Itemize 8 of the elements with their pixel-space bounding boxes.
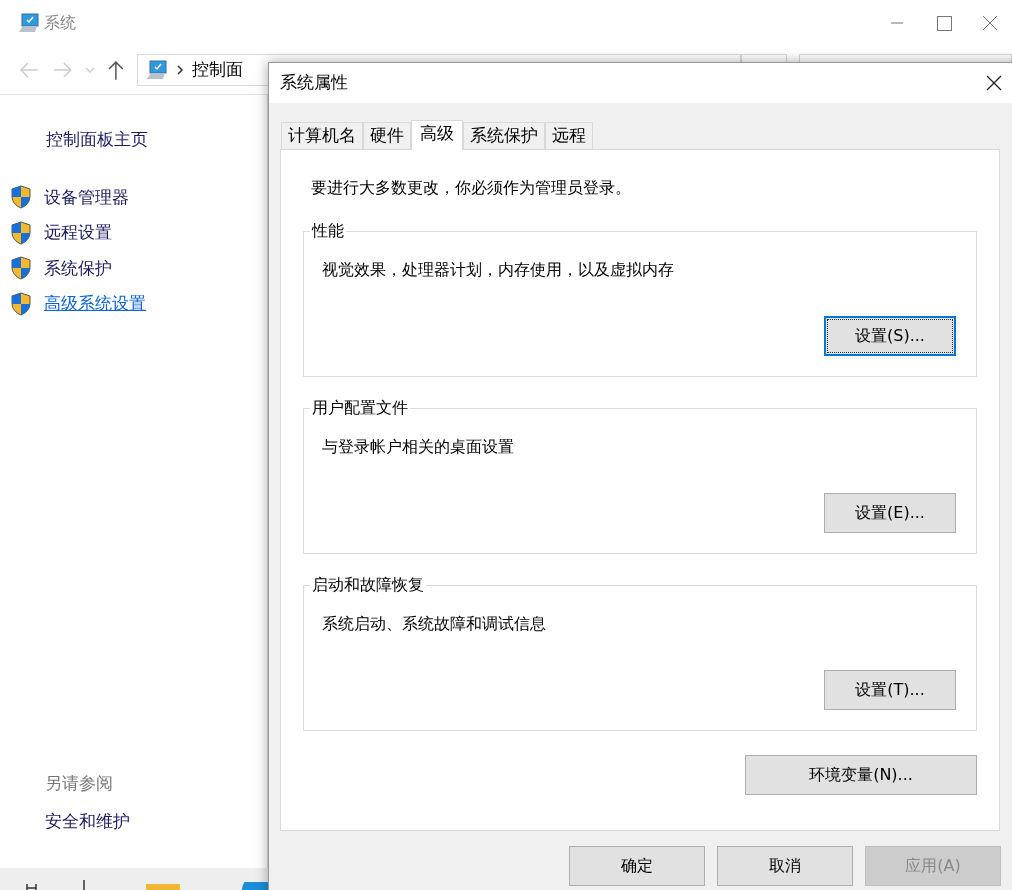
group-description: 视觉效果，处理器计划，内存使用，以及虚拟内存 [322, 259, 675, 281]
window-title: 系统 [44, 11, 76, 34]
dialog-title: 系统属性 [280, 71, 348, 95]
group-description: 系统启动、系统故障和调试信息 [322, 613, 547, 635]
see-also-heading: 另请参阅 [45, 772, 114, 795]
admin-notice: 要进行大多数更改，你必须作为管理员登录。 [311, 177, 632, 199]
address-text: 控制面 [192, 57, 244, 81]
group-description: 与登录帐户相关的桌面设置 [322, 436, 515, 458]
